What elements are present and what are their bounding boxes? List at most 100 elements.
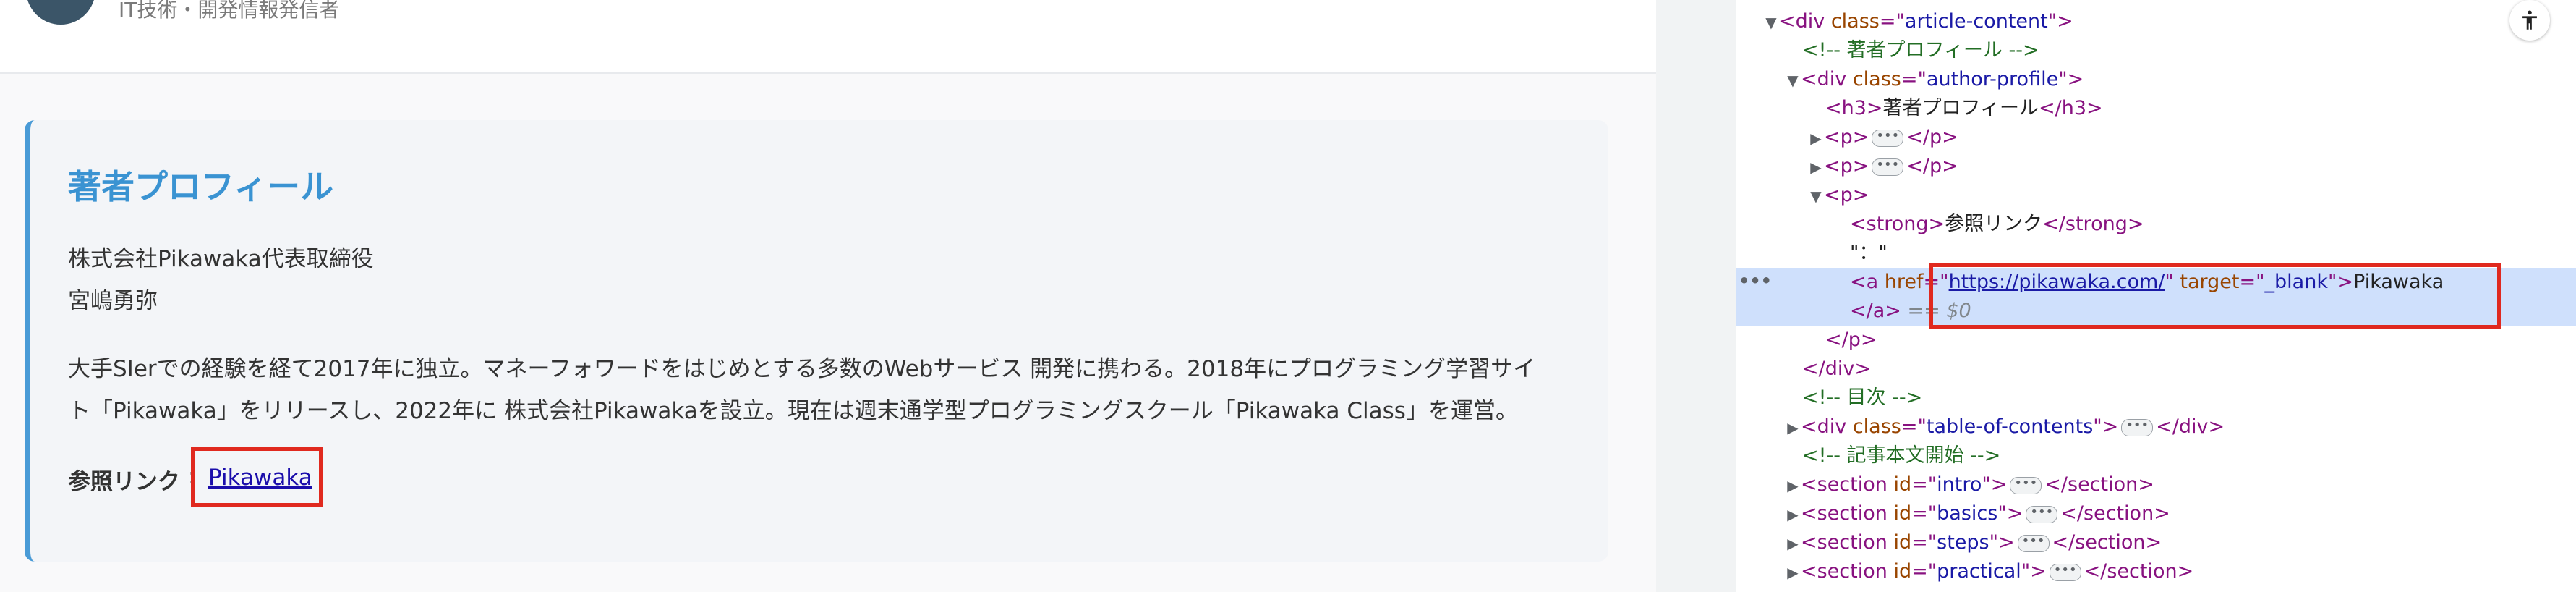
collapsed-content-button[interactable]: ••• (2017, 534, 2050, 552)
attr-name: id (1893, 473, 1912, 496)
tag-open: <h3> (1825, 97, 1883, 119)
collapsed-content-button[interactable]: ••• (2026, 505, 2058, 523)
node-text: "：" (1850, 242, 1888, 264)
tag-close: </strong> (2042, 213, 2144, 235)
profile-name: 宮嶋勇弥 (68, 288, 158, 314)
attr-value: practical (1937, 560, 2021, 583)
collapsed-content-button[interactable]: ••• (2010, 476, 2042, 494)
expanded-triangle-icon[interactable]: ▼ (1785, 66, 1801, 95)
dom-node-article-content[interactable]: ▼ <div class="article-content"> (1736, 7, 2576, 36)
tag-open: <div (1779, 10, 1831, 33)
tag-close: </h3> (2039, 97, 2103, 119)
dom-comment[interactable]: <!-- 著者プロフィール --> (1736, 36, 2576, 65)
attr-value: article-content (1904, 10, 2048, 33)
page-viewport: IT技術・開発情報発信者 著者プロフィール 株式会社Pikawaka代表取締役 … (0, 0, 1656, 592)
tag-close: </section> (2044, 473, 2154, 496)
collapsed-content-button[interactable]: ••• (1872, 129, 1904, 147)
attr-eq: =" (1911, 531, 1937, 554)
dom-comment[interactable]: <!-- 記事本文開始 --> (1736, 441, 2576, 470)
dom-node-p[interactable]: ▶ <p> ••• </p> (1736, 152, 2576, 181)
author-avatar (26, 0, 95, 25)
attr-name: class (1830, 10, 1880, 33)
author-subtitle: IT技術・開発情報発信者 (119, 0, 340, 22)
attr-eq: =" (1901, 68, 1927, 90)
profile-heading: 著者プロフィール (68, 167, 334, 206)
collapsed-triangle-icon[interactable]: ▶ (1785, 529, 1801, 558)
collapsed-content-button[interactable]: ••• (2049, 563, 2081, 581)
tag-close: "> (2021, 560, 2047, 583)
tag-close: "> (2058, 68, 2084, 90)
collapsed-triangle-icon[interactable]: ▶ (1785, 500, 1801, 529)
tag-close: "> (1982, 473, 2008, 496)
attr-eq: =" (1879, 10, 1905, 33)
collapsed-content-button[interactable]: ••• (1872, 158, 1904, 176)
tag-close: "> (1989, 531, 2015, 554)
dom-node-p[interactable]: ▶ <p> ••• </p> (1736, 123, 2576, 152)
dom-node-section-basics[interactable]: ▶ <section id="basics"> ••• </section> (1736, 499, 2576, 528)
tag-open: <div (1801, 415, 1853, 438)
attr-value: basics (1937, 502, 1998, 525)
dom-node-p-expanded[interactable]: ▼ <p> (1736, 181, 2576, 210)
accessibility-icon (2522, 10, 2537, 30)
tag-close: </div> (2156, 415, 2225, 438)
tag-close: </section> (2060, 502, 2170, 525)
dom-node-section-steps[interactable]: ▶ <section id="steps"> ••• </section> (1736, 528, 2576, 557)
tag-open: <a (1850, 271, 1885, 293)
tag-close: "> (1997, 502, 2023, 525)
attr-value: table-of-contents (1926, 415, 2094, 438)
collapsed-triangle-icon[interactable]: ▶ (1785, 558, 1801, 587)
attr-value: intro (1937, 473, 1982, 496)
accessibility-button[interactable] (2509, 0, 2550, 41)
profile-company: 株式会社Pikawaka代表取締役 (68, 246, 374, 272)
attr-eq: =" (1911, 560, 1937, 583)
dom-node-h3[interactable]: <h3>著者プロフィール</h3> (1736, 94, 2576, 123)
author-profile-card: 著者プロフィール 株式会社Pikawaka代表取締役 宮嶋勇弥 大手SIerでの… (25, 120, 1608, 562)
author-header: IT技術・開発情報発信者 (0, 0, 1656, 74)
dom-node-author-profile[interactable]: ▼ <div class="author-profile"> (1736, 65, 2576, 94)
pikawaka-link[interactable]: Pikawaka (208, 465, 312, 491)
attr-value: author-profile (1926, 68, 2059, 90)
tag-close: </div> (1802, 358, 1871, 380)
attr-eq: =" (1901, 415, 1927, 438)
comment-text: <!-- 著者プロフィール --> (1802, 39, 2039, 62)
node-text: 参照リンク (1945, 213, 2043, 235)
dom-node-p-close[interactable]: </p> (1736, 326, 2576, 355)
attr-eq: =" (1911, 502, 1937, 525)
tag-open: <p> (1824, 126, 1869, 148)
collapsed-triangle-icon[interactable]: ▶ (1785, 471, 1801, 500)
attr-name: class (1852, 415, 1901, 438)
tag-close: </section> (2052, 531, 2162, 554)
tag-close: "> (2047, 10, 2073, 33)
expanded-triangle-icon[interactable]: ▼ (1763, 8, 1779, 37)
tag-open: <p> (1824, 155, 1869, 177)
dom-node-section-intro[interactable]: ▶ <section id="intro"> ••• </section> (1736, 470, 2576, 499)
row-actions-icon[interactable]: ••• (1739, 271, 1772, 291)
expanded-triangle-icon[interactable]: ▼ (1808, 182, 1824, 211)
tag-close: </p> (1906, 155, 1958, 177)
tag-close: "> (2093, 415, 2119, 438)
attr-name: id (1893, 531, 1912, 554)
tag-open: <div (1801, 68, 1853, 90)
collapsed-content-button[interactable]: ••• (2121, 418, 2154, 436)
dom-node-section-practical[interactable]: ▶ <section id="practical"> ••• </section> (1736, 557, 2576, 586)
comment-text: <!-- 目次 --> (1802, 386, 1923, 409)
dom-node-table-of-contents[interactable]: ▶ <div class="table-of-contents"> ••• </div… (1736, 413, 2576, 441)
attr-eq: =" (1911, 473, 1937, 496)
tag-close: </p> (1825, 329, 1877, 351)
collapsed-triangle-icon[interactable]: ▶ (1785, 413, 1801, 442)
attr-name: class (1852, 68, 1901, 90)
attr-name: id (1893, 560, 1912, 583)
tag-close: </a> (1850, 300, 1901, 322)
dom-comment[interactable]: <!-- 目次 --> (1736, 384, 2576, 413)
collapsed-triangle-icon[interactable]: ▶ (1808, 153, 1824, 182)
tag-open: <section (1801, 502, 1894, 525)
dom-node-div-close[interactable]: </div> (1736, 355, 2576, 384)
attr-name: id (1893, 502, 1912, 525)
profile-bio-line: ト「Pikawaka」をリリースし、2022年に 株式会社Pikawakaを設立… (68, 398, 1518, 424)
dom-node-strong[interactable]: <strong>参照リンク</strong> (1736, 210, 2576, 239)
collapsed-triangle-icon[interactable]: ▶ (1808, 124, 1824, 153)
tag-close: </section> (2084, 560, 2194, 583)
tag-open: <p> (1824, 184, 1869, 206)
attr-value: steps (1937, 531, 1989, 554)
tag-open: <section (1801, 531, 1894, 554)
